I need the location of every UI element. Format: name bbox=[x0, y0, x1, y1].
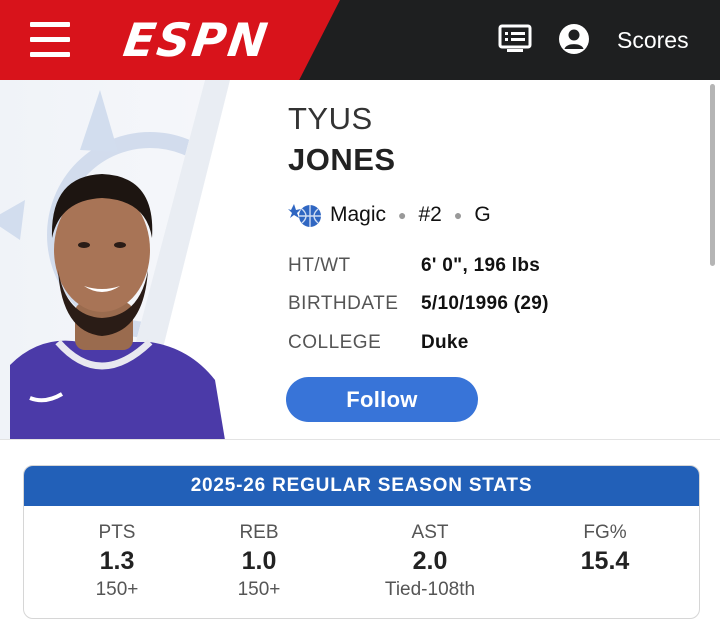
season-stats-card: 2025-26 REGULAR SEASON STATS PTS 1.3 150… bbox=[23, 465, 700, 619]
stat-label: PTS bbox=[98, 522, 136, 543]
stats-card-title: 2025-26 REGULAR SEASON STATS bbox=[24, 466, 699, 506]
stat-rank: 150+ bbox=[237, 579, 281, 600]
hamburger-menu-icon[interactable] bbox=[30, 22, 70, 58]
stat-rank: Tied-108th bbox=[384, 579, 476, 600]
info-row-college: COLLEGE Duke bbox=[288, 329, 469, 357]
player-hero: TYUS JONES Magic ● #2 ● G HT/WT 6' 0", 1… bbox=[0, 80, 720, 440]
stat-label: REB bbox=[239, 522, 279, 543]
stat-reb: REB 1.0 150+ bbox=[189, 521, 329, 603]
stat-value: 1.0 bbox=[241, 547, 277, 575]
espn-logo[interactable]: ESPN bbox=[120, 12, 273, 68]
stat-value: 1.3 bbox=[99, 547, 135, 575]
info-row-height-weight: HT/WT 6' 0", 196 lbs bbox=[288, 252, 540, 280]
player-first-name: TYUS bbox=[288, 101, 373, 136]
info-value: 5/10/1996 (29) bbox=[421, 293, 549, 314]
separator-dot: ● bbox=[398, 207, 407, 223]
orlando-magic-logo[interactable] bbox=[288, 201, 324, 229]
player-last-name: JONES bbox=[288, 142, 396, 177]
info-value: Duke bbox=[421, 332, 469, 353]
stat-label: AST bbox=[411, 522, 449, 543]
player-position: G bbox=[474, 203, 491, 226]
info-value: 6' 0", 196 lbs bbox=[421, 255, 541, 276]
info-row-birthdate: BIRTHDATE 5/10/1996 (29) bbox=[288, 290, 549, 318]
scores-link[interactable]: Scores bbox=[617, 26, 689, 54]
follow-button[interactable]: Follow bbox=[286, 377, 478, 422]
separator-dot: ● bbox=[453, 207, 463, 223]
page-scrollbar[interactable] bbox=[710, 84, 715, 266]
team-number-position: Magic ● #2 ● G bbox=[288, 200, 491, 230]
stat-ast: AST 2.0 Tied-108th bbox=[360, 521, 500, 603]
player-headshot bbox=[0, 80, 280, 440]
stat-value: 15.4 bbox=[580, 547, 630, 575]
stat-label: FG% bbox=[583, 522, 627, 543]
info-label: BIRTHDATE bbox=[288, 293, 399, 314]
team-name[interactable]: Magic bbox=[330, 203, 386, 227]
stat-value: 2.0 bbox=[412, 547, 448, 575]
info-label: HT/WT bbox=[288, 255, 351, 276]
tv-guide-icon[interactable] bbox=[498, 24, 532, 54]
info-label: COLLEGE bbox=[288, 332, 382, 353]
account-icon[interactable] bbox=[558, 23, 590, 55]
stat-fg-pct: FG% 15.4 bbox=[535, 521, 675, 577]
divider bbox=[0, 439, 720, 440]
top-nav-bar: ESPN Scores bbox=[0, 0, 720, 80]
jersey-number: #2 bbox=[418, 203, 442, 226]
stat-pts: PTS 1.3 150+ bbox=[47, 521, 187, 603]
stat-rank: 150+ bbox=[95, 579, 139, 600]
